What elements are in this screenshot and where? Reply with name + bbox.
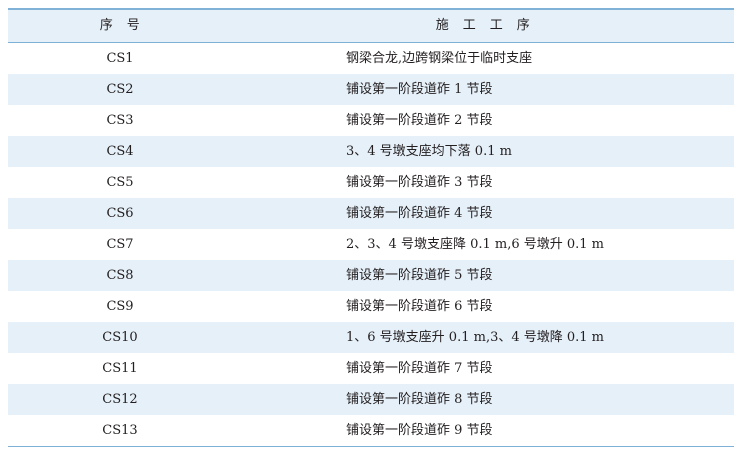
- sequence-table: 序 号 施 工 工 序 CS1 钢梁合龙,边跨钢梁位于临时支座 CS2 铺设第一…: [8, 10, 734, 446]
- seq-cell: CS12: [102, 392, 138, 407]
- seq-cell: CS13: [102, 423, 138, 438]
- table-row: CS6 铺设第一阶段道砟 4 节段: [8, 198, 734, 229]
- step-cell: 3、4 号墩支座均下落 0.1 m: [346, 144, 512, 159]
- table-row: CS10 1、6 号墩支座升 0.1 m,3、4 号墩降 0.1 m: [8, 322, 734, 353]
- seq-cell: CS8: [106, 268, 134, 283]
- table-row: CS2 铺设第一阶段道砟 1 节段: [8, 74, 734, 105]
- table-row: CS9 铺设第一阶段道砟 6 节段: [8, 291, 734, 322]
- table-row: CS3 铺设第一阶段道砟 2 节段: [8, 105, 734, 136]
- table-row: CS1 钢梁合龙,边跨钢梁位于临时支座: [8, 43, 734, 75]
- header-step: 施 工 工 序: [435, 18, 531, 33]
- seq-cell: CS11: [102, 361, 138, 376]
- seq-cell: CS6: [106, 206, 134, 221]
- table-row: CS11 铺设第一阶段道砟 7 节段: [8, 353, 734, 384]
- step-cell: 铺设第一阶段道砟 9 节段: [346, 423, 493, 438]
- seq-cell: CS4: [106, 144, 134, 159]
- step-cell: 铺设第一阶段道砟 5 节段: [346, 268, 493, 283]
- header-row: 序 号 施 工 工 序: [8, 10, 734, 43]
- table-row: CS7 2、3、4 号墩支座降 0.1 m,6 号墩升 0.1 m: [8, 229, 734, 260]
- step-cell: 铺设第一阶段道砟 4 节段: [346, 206, 493, 221]
- step-cell: 铺设第一阶段道砟 3 节段: [346, 175, 493, 190]
- seq-cell: CS7: [106, 237, 134, 252]
- construction-sequence-table: 序 号 施 工 工 序 CS1 钢梁合龙,边跨钢梁位于临时支座 CS2 铺设第一…: [8, 8, 734, 447]
- table-row: CS4 3、4 号墩支座均下落 0.1 m: [8, 136, 734, 167]
- table-body: CS1 钢梁合龙,边跨钢梁位于临时支座 CS2 铺设第一阶段道砟 1 节段 CS…: [8, 43, 734, 447]
- table-row: CS5 铺设第一阶段道砟 3 节段: [8, 167, 734, 198]
- step-cell: 铺设第一阶段道砟 2 节段: [346, 113, 493, 128]
- step-cell: 1、6 号墩支座升 0.1 m,3、4 号墩降 0.1 m: [346, 330, 605, 345]
- seq-cell: CS2: [106, 82, 134, 97]
- seq-cell: CS9: [106, 299, 134, 314]
- step-cell: 铺设第一阶段道砟 6 节段: [346, 299, 493, 314]
- seq-cell: CS3: [106, 113, 134, 128]
- table-row: CS13 铺设第一阶段道砟 9 节段: [8, 415, 734, 446]
- seq-cell: CS5: [106, 175, 134, 190]
- step-cell: 铺设第一阶段道砟 1 节段: [346, 82, 493, 97]
- step-cell: 铺设第一阶段道砟 7 节段: [346, 361, 493, 376]
- header-seq: 序 号: [99, 18, 141, 33]
- bottom-rule: [8, 446, 734, 447]
- seq-cell: CS1: [106, 51, 134, 66]
- step-cell: 铺设第一阶段道砟 8 节段: [346, 392, 493, 407]
- step-cell: 2、3、4 号墩支座降 0.1 m,6 号墩升 0.1 m: [346, 237, 605, 252]
- seq-cell: CS10: [102, 330, 138, 345]
- step-cell: 钢梁合龙,边跨钢梁位于临时支座: [346, 51, 533, 66]
- table-row: CS8 铺设第一阶段道砟 5 节段: [8, 260, 734, 291]
- table-row: CS12 铺设第一阶段道砟 8 节段: [8, 384, 734, 415]
